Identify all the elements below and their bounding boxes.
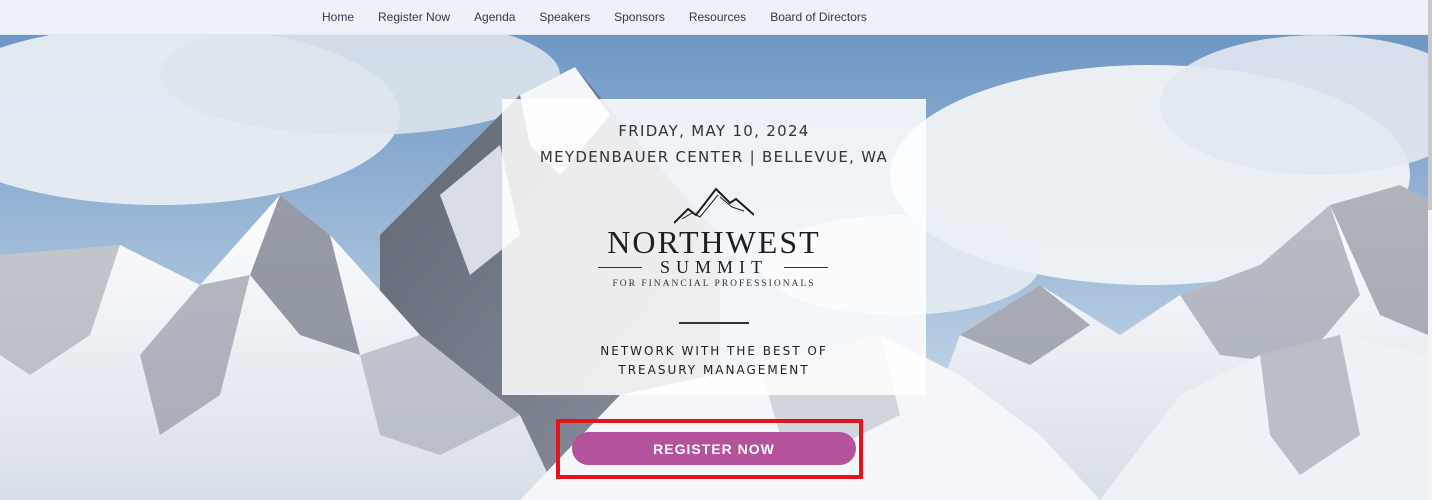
tagline-line-1: NETWORK WITH THE BEST OF: [600, 344, 828, 358]
logo-title: NORTHWEST: [607, 224, 821, 260]
logo-rule-right: [784, 267, 828, 268]
tagline-line-2: TREASURY MANAGEMENT: [618, 363, 810, 377]
event-tagline: NETWORK WITH THE BEST OF TREASURY MANAGE…: [502, 342, 926, 380]
top-nav: Home Register Now Agenda Speakers Sponso…: [0, 0, 1428, 35]
nav-item-resources[interactable]: Resources: [677, 10, 758, 24]
nav-item-register-now[interactable]: Register Now: [366, 10, 462, 24]
register-now-button[interactable]: REGISTER NOW: [572, 432, 856, 465]
event-venue: MEYDENBAUER CENTER | BELLEVUE, WA: [539, 148, 889, 166]
event-date: FRIDAY, MAY 10, 2024: [618, 122, 810, 140]
nav-item-agenda[interactable]: Agenda: [462, 10, 527, 24]
nav-item-speakers[interactable]: Speakers: [527, 10, 602, 24]
mountain-peaks-icon: [674, 187, 754, 224]
event-info-card: FRIDAY, MAY 10, 2024 MEYDENBAUER CENTER …: [502, 99, 926, 395]
nav-menu: Home Register Now Agenda Speakers Sponso…: [310, 0, 879, 34]
logo-tagline: FOR FINANCIAL PROFESSIONALS: [612, 279, 816, 289]
page-scrollbar[interactable]: [1428, 0, 1432, 500]
nav-item-home[interactable]: Home: [310, 10, 366, 24]
scrollbar-thumb[interactable]: [1428, 0, 1432, 210]
card-divider: [679, 322, 749, 324]
northwest-summit-logo: NORTHWEST SUMMIT FOR FINANCIAL PROFESSIO…: [584, 185, 844, 295]
nav-item-sponsors[interactable]: Sponsors: [602, 10, 677, 24]
nav-item-board-of-directors[interactable]: Board of Directors: [758, 10, 879, 24]
